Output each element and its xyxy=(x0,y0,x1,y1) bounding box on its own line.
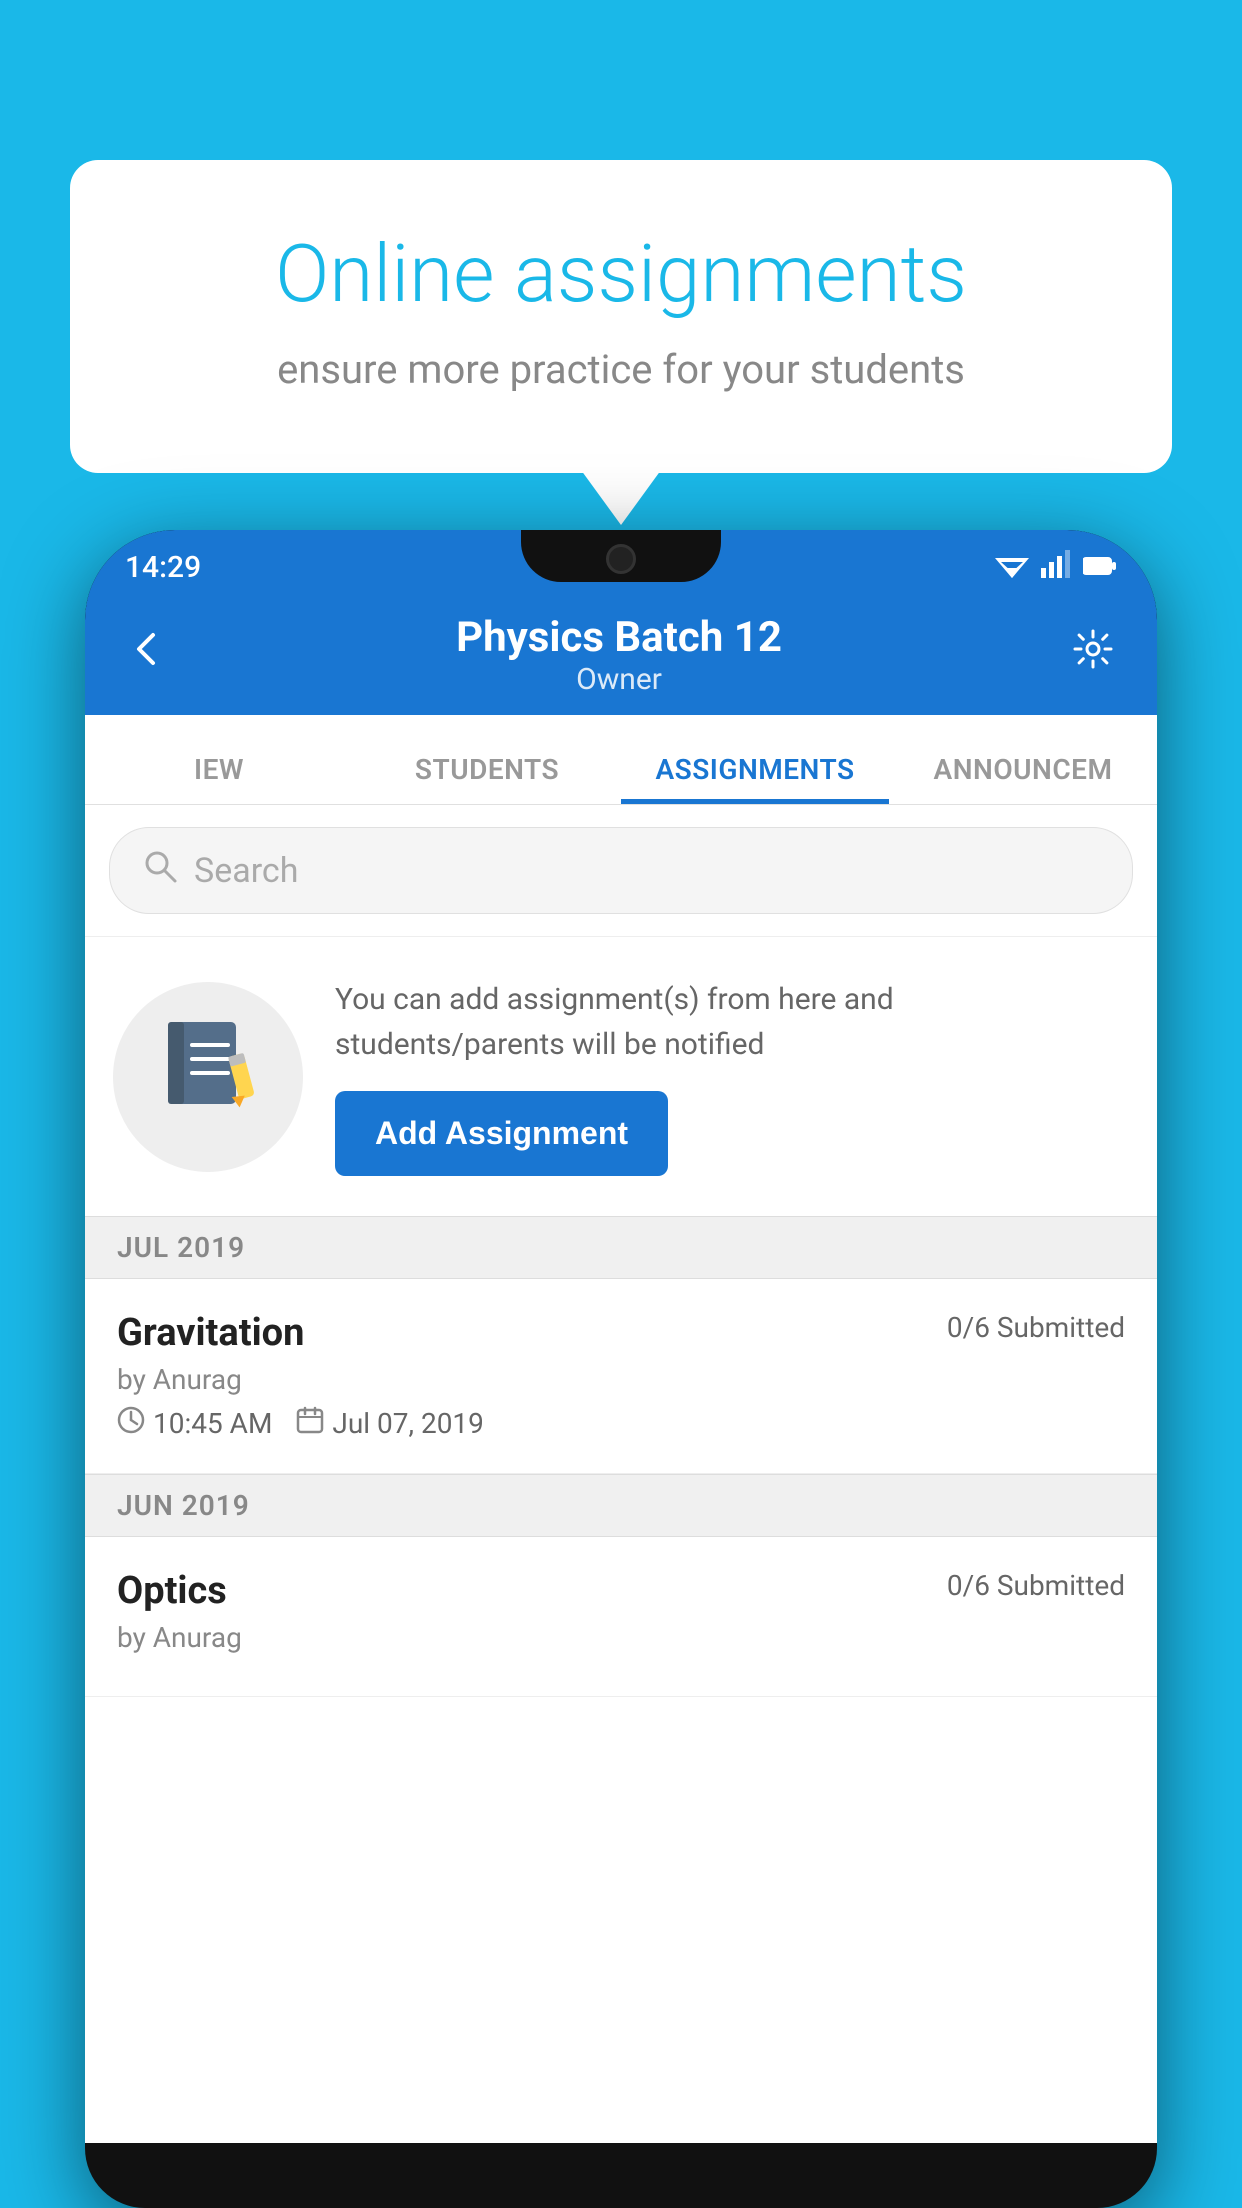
assignment-name: Gravitation xyxy=(117,1311,304,1355)
screen-content: Search xyxy=(85,805,1157,2143)
tab-announcements[interactable]: ANNOUNCEM xyxy=(889,753,1157,804)
tab-assignments[interactable]: ASSIGNMENTS xyxy=(621,753,889,804)
clock-icon xyxy=(117,1406,145,1441)
assignment-meta: 10:45 AM Jul 07, 2019 xyxy=(117,1406,1125,1441)
optics-row-top: Optics 0/6 Submitted xyxy=(117,1569,1125,1613)
calendar-icon xyxy=(296,1406,324,1441)
tabs-bar: IEW STUDENTS ASSIGNMENTS ANNOUNCEM xyxy=(85,715,1157,805)
speech-bubble-title: Online assignments xyxy=(150,230,1092,318)
assignment-item-gravitation[interactable]: Gravitation 0/6 Submitted by Anurag xyxy=(85,1279,1157,1474)
phone-frame: 14:29 xyxy=(85,530,1157,2208)
signal-icon xyxy=(1041,550,1071,585)
app-bar-title: Physics Batch 12 xyxy=(169,613,1069,662)
assignment-by: by Anurag xyxy=(117,1363,1125,1396)
wifi-icon xyxy=(995,550,1029,585)
search-container: Search xyxy=(85,805,1157,936)
prompt-description: You can add assignment(s) from here and … xyxy=(335,977,1129,1067)
phone-notch xyxy=(521,530,721,582)
assignment-row-top: Gravitation 0/6 Submitted xyxy=(117,1311,1125,1355)
front-camera xyxy=(606,544,636,574)
assignment-submitted: 0/6 Submitted xyxy=(947,1311,1125,1344)
status-icons xyxy=(995,550,1117,585)
tab-iew[interactable]: IEW xyxy=(85,753,353,804)
prompt-text-area: You can add assignment(s) from here and … xyxy=(335,977,1129,1176)
add-assignment-button[interactable]: Add Assignment xyxy=(335,1091,668,1176)
search-placeholder: Search xyxy=(194,851,298,891)
prompt-section: You can add assignment(s) from here and … xyxy=(85,936,1157,1216)
assignment-item-optics[interactable]: Optics 0/6 Submitted by Anurag xyxy=(85,1537,1157,1697)
speech-bubble-subtitle: ensure more practice for your students xyxy=(150,346,1092,393)
assignment-time: 10:45 AM xyxy=(153,1407,272,1440)
assignment-date: Jul 07, 2019 xyxy=(332,1407,484,1440)
optics-name: Optics xyxy=(117,1569,227,1613)
speech-bubble: Online assignments ensure more practice … xyxy=(70,160,1172,473)
optics-submitted: 0/6 Submitted xyxy=(947,1569,1125,1602)
tab-students[interactable]: STUDENTS xyxy=(353,753,621,804)
assignment-icon-circle xyxy=(113,982,303,1172)
speech-bubble-container: Online assignments ensure more practice … xyxy=(70,160,1172,473)
assignment-date-item: Jul 07, 2019 xyxy=(296,1406,484,1441)
status-time: 14:29 xyxy=(125,550,201,585)
back-button[interactable] xyxy=(125,626,169,684)
month-divider-jul: JUL 2019 xyxy=(85,1216,1157,1279)
app-bar-subtitle: Owner xyxy=(169,662,1069,697)
optics-by: by Anurag xyxy=(117,1621,1125,1654)
app-bar: Physics Batch 12 Owner xyxy=(85,595,1157,715)
month-divider-jun: JUN 2019 xyxy=(85,1474,1157,1537)
search-bar[interactable]: Search xyxy=(109,827,1133,914)
app-bar-title-group: Physics Batch 12 Owner xyxy=(169,613,1069,697)
settings-button[interactable] xyxy=(1069,625,1117,685)
phone-screen: 14:29 xyxy=(85,530,1157,2208)
battery-icon xyxy=(1083,553,1117,583)
assignment-time-item: 10:45 AM xyxy=(117,1406,272,1441)
search-icon xyxy=(142,848,178,893)
notebook-icon xyxy=(158,1017,258,1137)
